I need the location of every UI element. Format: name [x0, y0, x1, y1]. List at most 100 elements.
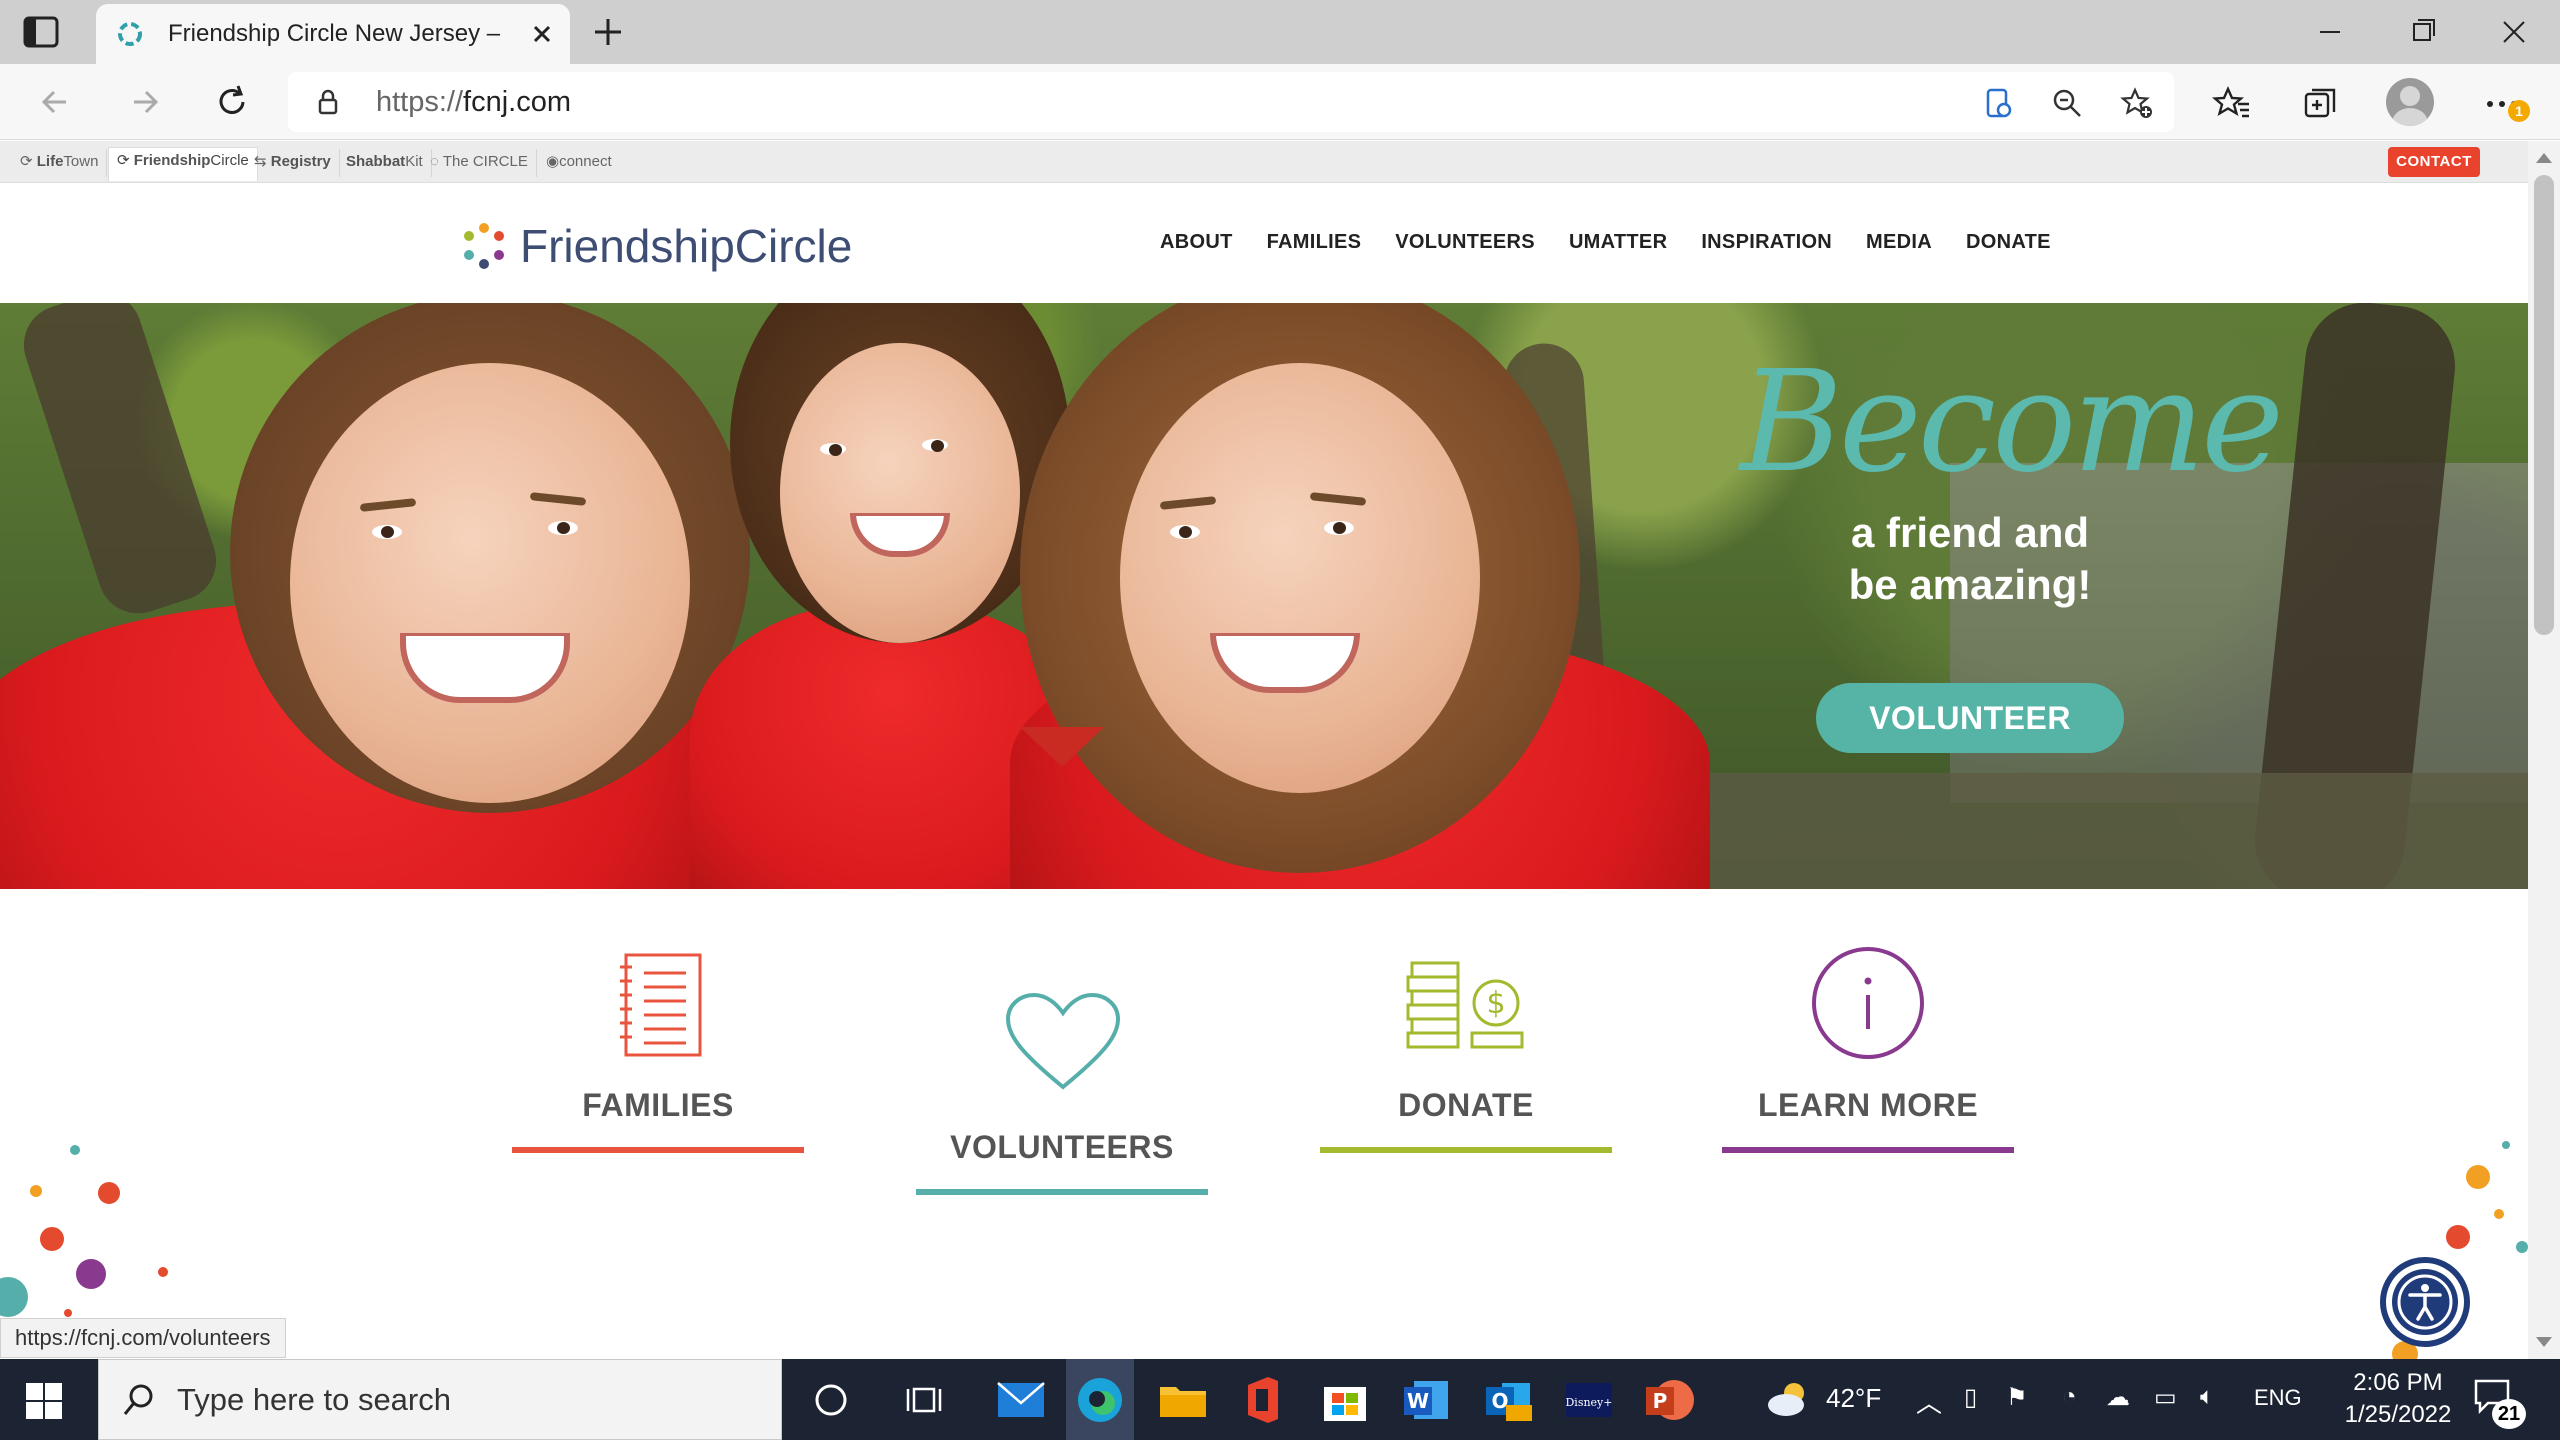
browser-toolbar: https://fcnj.com 1 [0, 64, 2560, 140]
clock-date: 1/25/2022 [2344, 1401, 2452, 1428]
network-item-registry[interactable]: ⇆ Registry [246, 149, 340, 177]
hero-person-right [1010, 303, 1710, 889]
add-favorite-icon[interactable] [2120, 86, 2154, 120]
card-learn-more[interactable]: LEARN MORE [1722, 945, 2014, 1171]
network-item-friendship-circle[interactable]: ⟳ FriendshipCircle [108, 147, 258, 181]
battery-icon[interactable]: ▭ [2154, 1383, 2177, 1412]
decor-dot [64, 1309, 72, 1317]
tray-device-icon[interactable]: ▯ [1964, 1383, 1977, 1412]
card-families-label: FAMILIES [582, 1087, 734, 1123]
input-language[interactable]: ENG [2254, 1385, 2302, 1411]
svg-text:W: W [1407, 1389, 1429, 1413]
card-donate-label: DONATE [1398, 1087, 1534, 1123]
edge-browser-icon[interactable] [1073, 1373, 1127, 1427]
task-view-icon[interactable] [900, 1373, 954, 1427]
heart-icon [1005, 992, 1121, 1090]
nav-about[interactable]: ABOUT [1160, 231, 1233, 254]
system-clock[interactable]: 2:06 PM 1/25/2022 [2338, 1367, 2458, 1431]
network-bar: ⟳ LifeTown ⟳ FriendshipCircle ⇆ Registry… [0, 141, 2528, 183]
tray-overflow-icon[interactable]: ︿ [1916, 1383, 1942, 1420]
nav-media[interactable]: MEDIA [1866, 231, 1932, 254]
file-explorer-icon[interactable] [1156, 1373, 1210, 1427]
taskbar-search-box[interactable]: Type here to search [98, 1359, 782, 1440]
weather-temperature[interactable]: 42°F [1826, 1383, 1881, 1414]
svg-text:O: O [1491, 1389, 1508, 1413]
word-icon[interactable]: W [1400, 1373, 1454, 1427]
new-tab-icon[interactable] [590, 14, 626, 50]
address-bar[interactable]: https://fcnj.com [288, 72, 2174, 132]
disney-plus-icon[interactable]: Disney+ [1562, 1373, 1616, 1427]
card-families[interactable]: FAMILIES [512, 951, 804, 1171]
active-tab[interactable]: Friendship Circle New Jersey – Providing… [96, 4, 570, 64]
scroll-down-icon[interactable] [2536, 1337, 2552, 1347]
scroll-up-icon[interactable] [2536, 153, 2552, 163]
scroll-thumb[interactable] [2534, 175, 2554, 635]
site-header: FriendshipCircle ABOUT FAMILIES VOLUNTEE… [0, 183, 2528, 303]
notification-center[interactable]: 21 [2472, 1375, 2526, 1429]
volunteer-cta-button[interactable]: VOLUNTEER [1816, 683, 2124, 753]
nav-families[interactable]: FAMILIES [1267, 231, 1362, 254]
lock-icon[interactable] [314, 88, 342, 116]
coins-icon: $ [1406, 961, 1524, 1049]
collections-icon[interactable] [2300, 84, 2340, 124]
svg-text:$: $ [1486, 986, 1505, 1021]
card-donate[interactable]: $ DONATE [1320, 951, 1612, 1171]
network-item-connect[interactable]: ◉connect [538, 149, 620, 177]
minimize-icon[interactable] [2300, 10, 2360, 54]
mail-icon[interactable] [994, 1373, 1048, 1427]
hero-headline: Become [1740, 341, 2284, 504]
search-icon [123, 1384, 153, 1415]
microsoft-store-icon[interactable] [1318, 1373, 1372, 1427]
svg-text:P: P [1653, 1389, 1668, 1413]
page-scrollbar[interactable] [2528, 141, 2560, 1359]
zoom-out-icon[interactable] [2050, 86, 2084, 120]
powerpoint-icon[interactable]: P [1642, 1373, 1696, 1427]
office-icon[interactable] [1236, 1373, 1290, 1427]
profile-avatar[interactable] [2386, 78, 2434, 126]
decor-dot [70, 1145, 80, 1155]
wifi-icon[interactable]: ◔ [2062, 1383, 2077, 1411]
decor-dot [30, 1185, 42, 1197]
outlook-icon[interactable]: O [1482, 1373, 1536, 1427]
network-item-the-circle[interactable]: ◌ The CIRCLE [422, 149, 537, 177]
card-volunteers-label: VOLUNTEERS [950, 1129, 1174, 1165]
cortana-icon[interactable] [804, 1373, 858, 1427]
volume-icon[interactable]: 🔈︎ [2200, 1383, 2214, 1411]
favorites-icon[interactable] [2212, 84, 2252, 124]
back-icon[interactable] [34, 80, 78, 124]
nav-volunteers[interactable]: VOLUNTEERS [1395, 231, 1535, 254]
link-status-url: https://fcnj.com/volunteers [0, 1318, 286, 1358]
network-item-shabbatkit[interactable]: ShabbatKit [338, 149, 432, 177]
windows-start-icon[interactable] [22, 1379, 66, 1423]
app-available-icon[interactable] [1980, 86, 2014, 120]
friendship-circle-logo-icon [464, 223, 504, 269]
main-navigation: ABOUT FAMILIES VOLUNTEERS UMATTER INSPIR… [1160, 231, 2051, 254]
card-volunteers[interactable]: VOLUNTEERS [916, 991, 1208, 1211]
decor-dot [2494, 1209, 2504, 1219]
nav-inspiration[interactable]: INSPIRATION [1701, 231, 1832, 254]
close-window-icon[interactable] [2484, 10, 2544, 54]
contact-button[interactable]: CONTACT [2388, 147, 2480, 177]
friendship-circle-favicon [118, 22, 142, 46]
logo-wordmark: FriendshipCircle [520, 220, 853, 272]
tray-app-icon[interactable]: ⚑ [2006, 1383, 2028, 1412]
decor-dot [2502, 1141, 2510, 1149]
onedrive-icon[interactable]: ☁ [2106, 1383, 2130, 1412]
decor-dot [0, 1277, 28, 1317]
web-content: ⟳ LifeTown ⟳ FriendshipCircle ⇆ Registry… [0, 141, 2528, 1359]
accessibility-button[interactable] [2380, 1257, 2470, 1347]
accessibility-button-fill [2392, 1269, 2458, 1335]
forward-icon[interactable] [122, 80, 166, 124]
card-families-underline [512, 1147, 804, 1153]
refresh-icon[interactable] [210, 80, 254, 124]
close-tab-icon[interactable] [526, 18, 558, 50]
tab-actions-icon[interactable] [22, 14, 60, 50]
site-logo[interactable]: FriendshipCircle [460, 213, 852, 279]
nav-donate[interactable]: DONATE [1966, 231, 2051, 254]
network-item-lifetown[interactable]: ⟳ LifeTown [12, 149, 108, 177]
restore-icon[interactable] [2392, 10, 2452, 54]
nav-umatter[interactable]: UMATTER [1569, 231, 1667, 254]
hero-copy: Become a friend and be amazing! [1740, 341, 2284, 611]
hero-subheadline: a friend and be amazing! [1848, 509, 2092, 608]
decor-dot [158, 1267, 168, 1277]
